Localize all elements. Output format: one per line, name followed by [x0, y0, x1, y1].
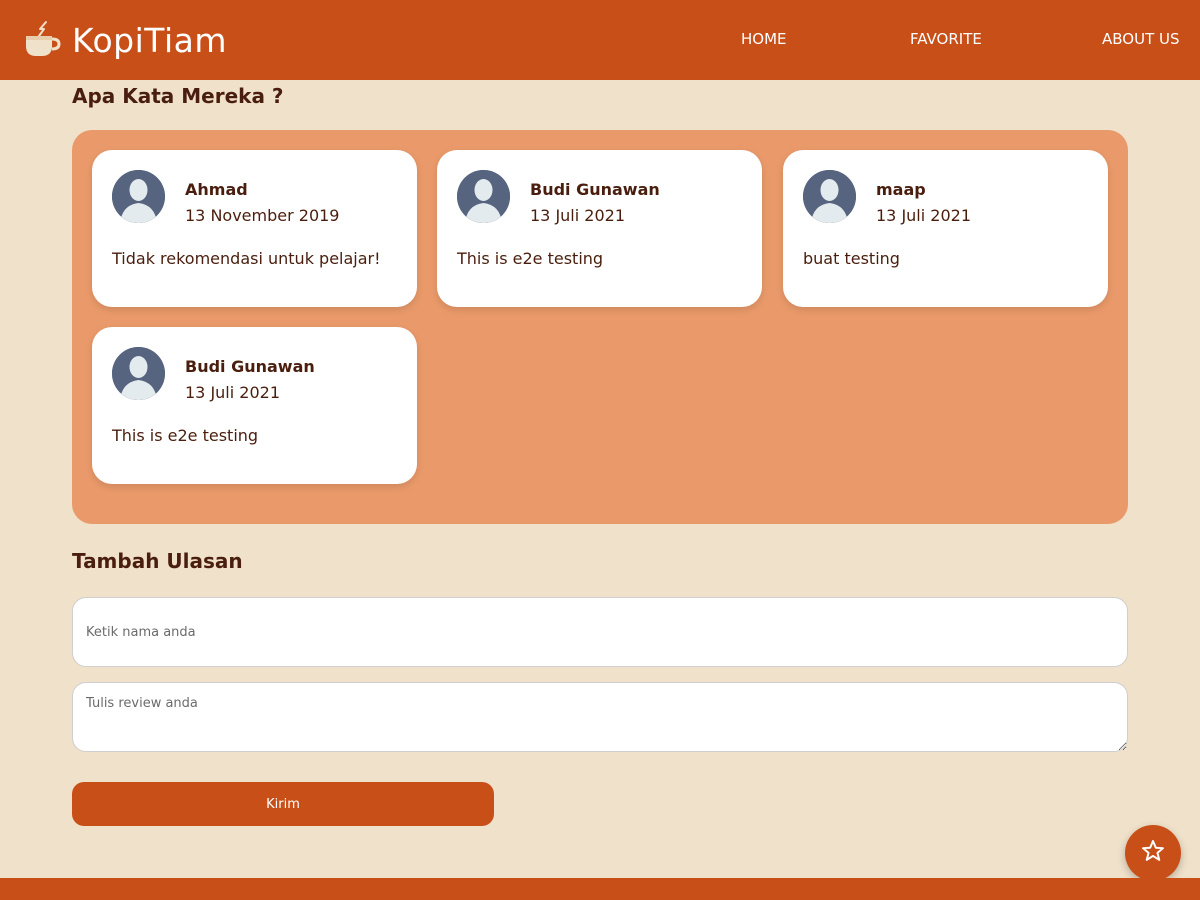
reviewer-name: maap [876, 180, 926, 199]
brand[interactable]: KopiTiam [22, 12, 227, 68]
name-input[interactable] [72, 597, 1128, 667]
avatar-icon [457, 170, 510, 223]
review-text: buat testing [803, 249, 900, 268]
review-date: 13 Juli 2021 [876, 206, 971, 225]
reviewer-name: Ahmad [185, 180, 248, 199]
footer [0, 878, 1200, 900]
brand-name: KopiTiam [72, 20, 227, 60]
favorite-fab-button[interactable] [1125, 825, 1181, 881]
reviews-panel: Ahmad 13 November 2019 Tidak rekomendasi… [72, 130, 1128, 524]
review-date: 13 November 2019 [185, 206, 340, 225]
avatar-icon [112, 170, 165, 223]
review-card: Budi Gunawan 13 Juli 2021 This is e2e te… [92, 327, 417, 484]
nav-link-favorite[interactable]: FAVORITE [910, 30, 982, 48]
review-textarea[interactable] [72, 682, 1128, 752]
avatar-icon [803, 170, 856, 223]
nav-link-home[interactable]: HOME [741, 30, 787, 48]
reviews-section-title: Apa Kata Mereka ? [72, 84, 284, 108]
review-text: This is e2e testing [457, 249, 604, 268]
nav-link-about-us[interactable]: ABOUT US [1102, 30, 1180, 48]
avatar-icon [112, 347, 165, 400]
review-date: 13 Juli 2021 [185, 383, 280, 402]
review-card: Ahmad 13 November 2019 Tidak rekomendasi… [92, 150, 417, 307]
review-card: maap 13 Juli 2021 buat testing [783, 150, 1108, 307]
coffee-cup-icon [22, 20, 62, 60]
review-text: Tidak rekomendasi untuk pelajar! [112, 249, 381, 268]
navbar: KopiTiam HOME FAVORITE ABOUT US [0, 0, 1200, 80]
review-date: 13 Juli 2021 [530, 206, 625, 225]
form-title: Tambah Ulasan [72, 549, 243, 573]
review-text: This is e2e testing [112, 426, 259, 445]
reviewer-name: Budi Gunawan [530, 180, 660, 199]
submit-button[interactable]: Kirim [72, 782, 494, 826]
reviewer-name: Budi Gunawan [185, 357, 315, 376]
star-icon [1140, 838, 1166, 868]
review-card: Budi Gunawan 13 Juli 2021 This is e2e te… [437, 150, 762, 307]
